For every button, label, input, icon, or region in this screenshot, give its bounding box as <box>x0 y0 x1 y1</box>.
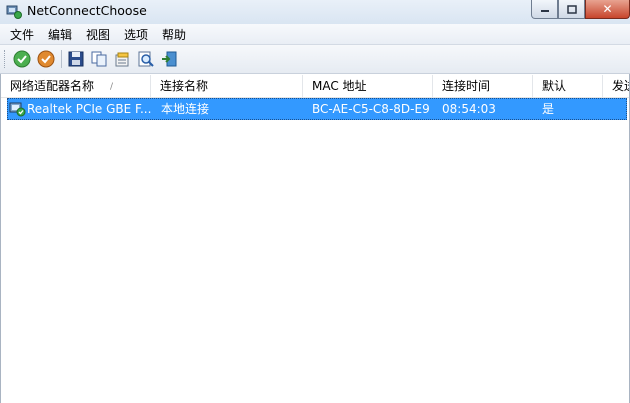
column-connect-time[interactable]: 连接时间 <box>433 75 533 97</box>
cell-default: 是 <box>542 102 555 116</box>
properties-icon[interactable] <box>114 50 132 68</box>
toolbar-separator <box>61 50 62 68</box>
find-icon[interactable] <box>137 50 155 68</box>
column-label: 发送 <box>612 79 630 93</box>
cell-connect-time: 08:54:03 <box>442 102 496 116</box>
column-label: 连接时间 <box>442 79 491 93</box>
cell-mac-address: BC-AE-C5-C8-8D-E9 <box>312 102 430 116</box>
menu-view[interactable]: 视图 <box>86 26 110 43</box>
menu-edit[interactable]: 编辑 <box>48 26 72 43</box>
network-adapter-icon <box>9 102 26 117</box>
table-row[interactable]: Realtek PCIe GBE F... 本地连接 BC-AE-C5-C8-8… <box>7 98 627 120</box>
column-mac-address[interactable]: MAC 地址 <box>303 75 433 97</box>
menu-file[interactable]: 文件 <box>10 26 34 43</box>
cell-adapter-name: Realtek PCIe GBE F... <box>27 102 152 116</box>
app-network-icon <box>6 5 22 19</box>
cell-connection-name: 本地连接 <box>161 102 210 116</box>
close-icon: ✕ <box>602 2 613 16</box>
window-title: NetConnectChoose <box>27 3 147 18</box>
title-bar: NetConnectChoose ✕ <box>0 0 630 24</box>
column-connection-name[interactable]: 连接名称 <box>151 75 303 97</box>
save-icon[interactable] <box>67 50 85 68</box>
minimize-button[interactable] <box>531 0 558 19</box>
column-adapter-name[interactable]: 网络适配器名称 <box>1 75 151 97</box>
column-sent[interactable]: 发送 <box>603 75 630 97</box>
sort-indicator-icon: / <box>110 82 114 92</box>
column-label: 连接名称 <box>160 79 209 93</box>
list-left-border <box>0 74 1 403</box>
window-controls: ✕ <box>531 0 630 20</box>
maximize-button[interactable] <box>558 0 585 19</box>
exit-icon[interactable] <box>160 50 178 68</box>
column-label: MAC 地址 <box>312 79 367 93</box>
column-label: 网络适配器名称 <box>10 79 95 93</box>
enable-connection-icon[interactable] <box>13 50 31 68</box>
maximize-icon <box>566 4 577 14</box>
menu-help[interactable]: 帮助 <box>162 26 186 43</box>
minimize-icon <box>540 10 549 12</box>
disable-connection-icon[interactable] <box>37 50 55 68</box>
toolbar <box>0 45 630 74</box>
column-default[interactable]: 默认 <box>533 75 603 97</box>
toolbar-grip[interactable] <box>4 50 7 68</box>
menu-options[interactable]: 选项 <box>124 26 148 43</box>
copy-icon[interactable] <box>90 50 108 68</box>
close-button[interactable]: ✕ <box>585 0 630 19</box>
menu-bar: 文件 编辑 视图 选项 帮助 <box>0 24 630 45</box>
list-header: 网络适配器名称 / 连接名称 MAC 地址 连接时间 默认 发送 <box>1 75 630 98</box>
column-label: 默认 <box>542 79 567 93</box>
